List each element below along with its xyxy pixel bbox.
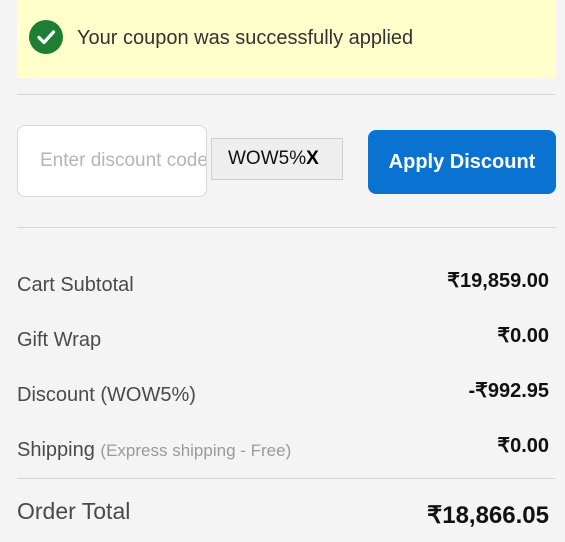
order-total-label: Order Total xyxy=(17,498,131,524)
gift-wrap-value: ₹0.00 xyxy=(497,325,549,347)
discount-code-input[interactable] xyxy=(17,125,207,197)
divider xyxy=(17,94,556,95)
applied-coupon-chip: WOW5% X xyxy=(211,138,343,180)
divider xyxy=(17,227,556,228)
shipping-value: ₹0.00 xyxy=(497,435,549,457)
gift-wrap-label: Gift Wrap xyxy=(17,329,102,351)
shipping-row: Shipping (Express shipping - Free) xyxy=(17,439,291,462)
check-circle-icon xyxy=(29,20,63,54)
discount-label: Discount (WOW5%) xyxy=(17,384,196,406)
success-message: Your coupon was successfully applied xyxy=(77,27,414,49)
order-total-value: ₹18,866.05 xyxy=(426,502,549,529)
applied-coupon-code: WOW5% xyxy=(228,148,307,169)
remove-coupon-button[interactable]: X xyxy=(306,148,319,170)
shipping-label: Shipping xyxy=(17,439,95,461)
cart-subtotal-value: ₹19,859.00 xyxy=(447,270,549,292)
success-banner: Your coupon was successfully applied xyxy=(17,0,556,78)
shipping-note: (Express shipping - Free) xyxy=(100,441,292,460)
apply-discount-button[interactable]: Apply Discount xyxy=(368,130,556,194)
divider xyxy=(17,478,556,479)
discount-value: -₹992.95 xyxy=(468,380,549,402)
cart-subtotal-label: Cart Subtotal xyxy=(17,274,134,296)
